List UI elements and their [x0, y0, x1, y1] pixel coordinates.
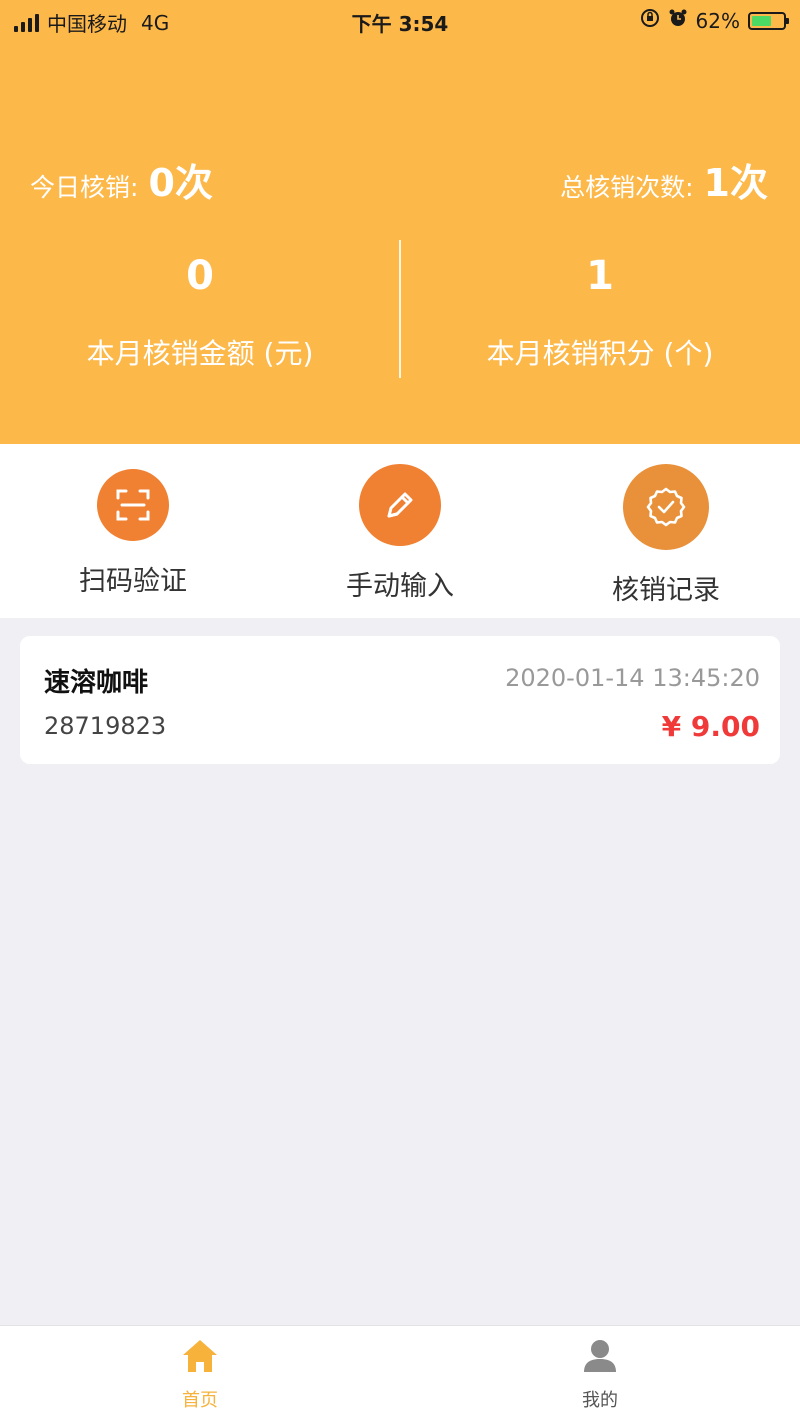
verify-records-label: 核销记录 — [612, 575, 720, 606]
month-amount-label: 本月核销金额 (元) — [86, 337, 314, 370]
alarm-icon — [668, 8, 688, 33]
battery-percent: 62% — [695, 8, 740, 33]
tab-mine[interactable]: 我的 — [400, 1338, 800, 1412]
month-amount-metric: 0 本月核销金额 (元) — [0, 250, 400, 372]
battery-icon — [748, 11, 789, 30]
today-value: 0次 — [148, 161, 213, 205]
tab-home[interactable]: 首页 — [0, 1338, 400, 1412]
today-count: 今日核销: 0次 — [30, 152, 213, 207]
record-timestamp: 2020-01-14 13:45:20 — [505, 664, 760, 692]
total-count: 总核销次数: 1次 — [560, 152, 768, 207]
verified-badge-icon — [623, 464, 709, 550]
total-label: 总核销次数: — [560, 173, 694, 202]
tab-home-label: 首页 — [182, 1390, 218, 1411]
record-card[interactable]: 速溶咖啡 2020-01-14 13:45:20 28719823 ¥ 9.00 — [20, 636, 780, 764]
home-icon — [181, 1340, 219, 1378]
scan-verify-button[interactable]: 扫码验证 — [33, 464, 233, 598]
today-label: 今日核销: — [30, 173, 139, 202]
month-points-label: 本月核销积分 (个) — [486, 337, 714, 370]
tab-mine-label: 我的 — [582, 1390, 618, 1411]
record-product-name: 速溶咖啡 — [44, 668, 149, 698]
pencil-icon — [359, 464, 441, 546]
scan-verify-label: 扫码验证 — [79, 566, 187, 597]
total-value: 1次 — [703, 161, 768, 205]
scan-icon — [97, 469, 169, 541]
summary-header: 中国移动 4G 下午 3:54 62% 今日核销: 0次 总核销次数: 1次 0… — [0, 0, 800, 444]
rotation-lock-icon — [640, 8, 660, 33]
user-icon — [582, 1340, 618, 1378]
quick-actions: 扫码验证 手动输入 核销记录 — [0, 444, 800, 618]
status-bar: 中国移动 4G 下午 3:54 62% — [0, 0, 800, 42]
record-code: 28719823 — [44, 712, 167, 740]
month-points-value: 1 — [586, 253, 614, 299]
record-price: ¥ 9.00 — [661, 710, 760, 743]
manual-input-label: 手动输入 — [346, 571, 454, 602]
manual-input-button[interactable]: 手动输入 — [300, 464, 500, 603]
month-amount-value: 0 — [186, 253, 214, 299]
bottom-tab-bar: 首页 我的 — [0, 1325, 800, 1420]
month-points-metric: 1 本月核销积分 (个) — [400, 250, 800, 372]
verify-records-button[interactable]: 核销记录 — [566, 464, 766, 607]
